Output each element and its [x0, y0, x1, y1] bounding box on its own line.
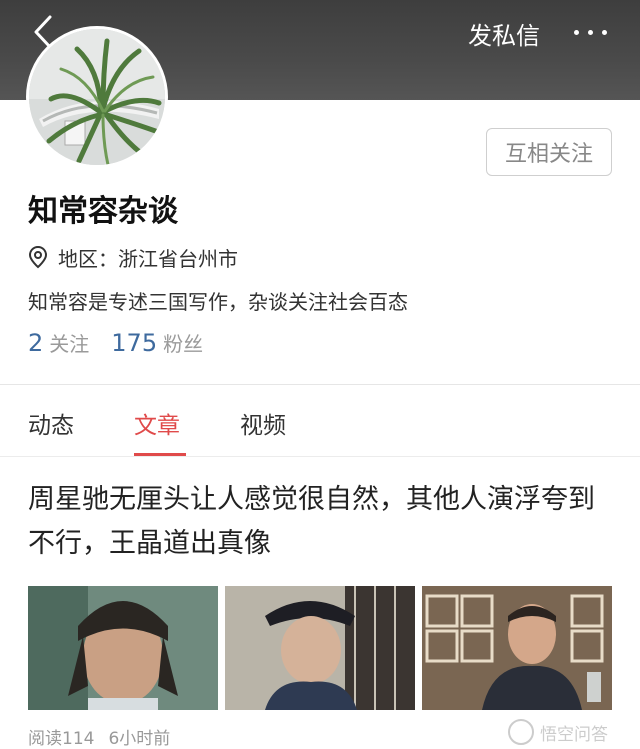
- more-options-button[interactable]: [568, 14, 612, 50]
- article-timestamp: 6小时前: [108, 729, 171, 749]
- tabs-divider: [0, 456, 640, 457]
- location-pin-icon: [28, 245, 48, 269]
- wukong-logo-icon: [508, 719, 534, 745]
- profile-name: 知常容杂谈: [28, 194, 178, 229]
- tab-articles[interactable]: 文章: [134, 406, 180, 440]
- watermark-text: 悟空问答: [540, 724, 608, 745]
- actor-portrait-image: [28, 586, 218, 710]
- more-dots-icon: [574, 30, 579, 35]
- director-photo-image: [422, 586, 612, 710]
- profile-region: 地区：浙江省台州市: [28, 242, 238, 272]
- article-thumbnail-2[interactable]: [225, 586, 415, 710]
- article-thumbnail-3[interactable]: [422, 586, 612, 710]
- article-thumbnail-1[interactable]: [28, 586, 218, 710]
- article-title[interactable]: 周星驰无厘头让人感觉很自然，其他人演浮夸到不行，王晶道出真像: [28, 478, 618, 566]
- fans-label[interactable]: 粉丝: [163, 328, 203, 357]
- profile-bio: 知常容是专述三国写作，杂谈关注社会百态: [28, 290, 408, 314]
- send-message-button[interactable]: 发私信: [468, 16, 540, 51]
- mutual-follow-button[interactable]: 互相关注: [486, 128, 612, 176]
- article-meta: 阅读114 6小时前: [28, 724, 170, 749]
- article-read-count: 阅读114: [28, 729, 95, 749]
- following-count[interactable]: 2: [28, 329, 43, 357]
- fans-count[interactable]: 175: [111, 329, 157, 357]
- tab-videos[interactable]: 视频: [240, 406, 286, 440]
- plant-avatar-image: [29, 29, 165, 165]
- avatar[interactable]: [26, 26, 168, 168]
- tab-dynamics[interactable]: 动态: [28, 406, 74, 440]
- wukong-watermark: 悟空问答: [508, 718, 608, 746]
- following-label[interactable]: 关注: [49, 328, 89, 357]
- actor-costume-image: [225, 586, 415, 710]
- content-tabs: 动态 文章 视频: [0, 386, 640, 456]
- section-divider: [0, 384, 640, 385]
- profile-stats: 2 关注 175 粉丝: [28, 328, 203, 357]
- region-text: 地区：浙江省台州市: [58, 246, 238, 271]
